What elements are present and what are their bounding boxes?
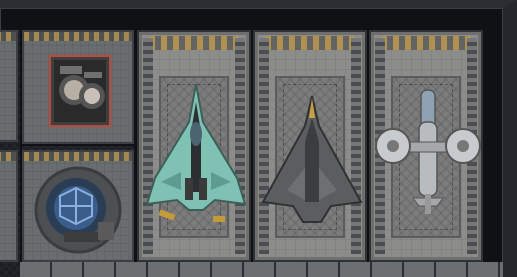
green-fighter-icon (145, 83, 247, 222)
hangar-bay-1[interactable] (137, 30, 251, 262)
hazard-stripe (149, 36, 239, 50)
partial-tile-left-top (0, 30, 18, 142)
reactor-icon (34, 166, 122, 254)
partial-tile-left-bottom (0, 150, 18, 262)
dropship-icon (375, 89, 481, 214)
engine-icon (49, 55, 111, 127)
module-engine-bay[interactable] (22, 30, 134, 144)
grey-interceptor-icon (261, 95, 363, 223)
hangar-bay-3[interactable] (369, 30, 483, 262)
module-reactor-core[interactable] (22, 150, 134, 262)
hazard-stripe (265, 36, 355, 50)
hangar-bay-2[interactable] (253, 30, 367, 262)
bottom-row-tiles (20, 262, 503, 277)
hazard-stripe (381, 36, 471, 50)
